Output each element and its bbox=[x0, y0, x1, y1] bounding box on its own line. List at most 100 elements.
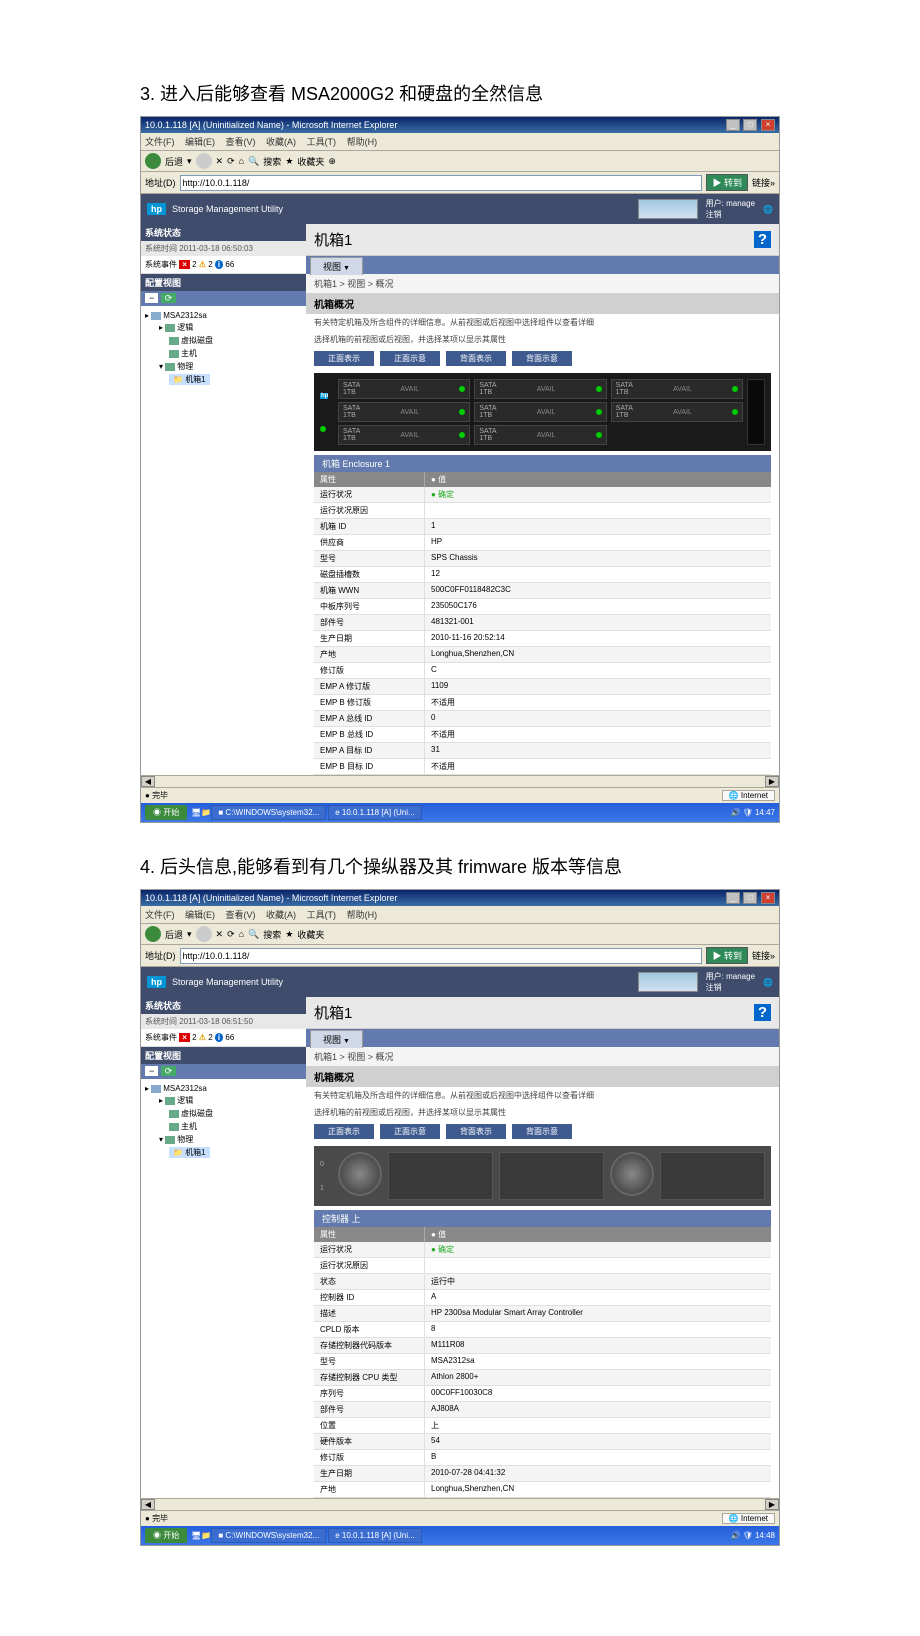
drive-slot[interactable]: SATA1TBAVAIL bbox=[338, 402, 470, 422]
error-icon[interactable]: × bbox=[179, 260, 190, 269]
menu-file[interactable]: 文件(F) bbox=[145, 137, 175, 147]
close-icon[interactable]: × bbox=[761, 119, 775, 131]
warn-icon[interactable]: ⚠ bbox=[199, 260, 206, 269]
search-icon[interactable]: 🔍 bbox=[248, 929, 259, 940]
task-ie[interactable]: e 10.0.1.118 [A] (Uni... bbox=[328, 1528, 421, 1543]
lang-icon[interactable]: 🌐 bbox=[763, 978, 773, 987]
logout-link[interactable]: 注销 bbox=[706, 210, 722, 219]
drive-slot[interactable]: SATA1TBAVAIL bbox=[338, 425, 470, 445]
view-front-schem[interactable]: 正面示意 bbox=[380, 351, 440, 366]
menu-tools[interactable]: 工具(T) bbox=[307, 910, 337, 920]
fav-icon[interactable]: ★ bbox=[285, 929, 293, 940]
max-icon[interactable]: □ bbox=[743, 892, 757, 904]
tree-vd[interactable]: 虚拟磁盘 bbox=[145, 334, 302, 347]
tree-phys[interactable]: ▾ 物理 bbox=[145, 360, 302, 373]
go-button[interactable]: ▶ 转到 bbox=[706, 174, 748, 191]
logout-link[interactable]: 注销 bbox=[706, 983, 722, 992]
tab-view[interactable]: 视图▼ bbox=[310, 1030, 363, 1048]
drive-slot[interactable]: SATA1TBAVAIL bbox=[611, 379, 743, 399]
start-button[interactable]: ◉ 开始 bbox=[145, 1528, 187, 1543]
view-front-repr[interactable]: 正面表示 bbox=[314, 1124, 374, 1139]
min-icon[interactable]: _ bbox=[726, 892, 740, 904]
min-icon[interactable]: _ bbox=[726, 119, 740, 131]
drive-slot[interactable]: SATA1TBAVAIL bbox=[611, 402, 743, 422]
task-cmd[interactable]: ■ C:\WINDOWS\system32... bbox=[211, 805, 326, 820]
stop-icon[interactable]: ✕ bbox=[216, 929, 224, 940]
forward-icon[interactable] bbox=[196, 926, 212, 942]
scroll-right-icon[interactable]: ▶ bbox=[765, 1499, 779, 1510]
scroll-left-icon[interactable]: ◀ bbox=[141, 776, 155, 787]
tree-phys[interactable]: ▾ 物理 bbox=[145, 1133, 302, 1146]
info-icon[interactable]: i bbox=[215, 260, 223, 269]
tab-view[interactable]: 视图▼ bbox=[310, 257, 363, 275]
ql-icon-2[interactable]: 📁 bbox=[201, 808, 211, 817]
tree-encl[interactable]: 📁 机箱1 bbox=[145, 1146, 302, 1159]
menu-view[interactable]: 查看(V) bbox=[226, 910, 256, 920]
go-button[interactable]: ▶ 转到 bbox=[706, 947, 748, 964]
view-back-schem[interactable]: 背面示意 bbox=[512, 1124, 572, 1139]
menu-help[interactable]: 帮助(H) bbox=[347, 137, 378, 147]
view-back-repr[interactable]: 背面表示 bbox=[446, 1124, 506, 1139]
tree-root[interactable]: ▸ MSA2312sa bbox=[145, 1083, 302, 1094]
help-icon[interactable]: ? bbox=[754, 1004, 771, 1021]
h-scroll[interactable]: ◀▶ bbox=[141, 775, 779, 787]
history-icon[interactable]: ⊕ bbox=[328, 156, 336, 167]
scroll-right-icon[interactable]: ▶ bbox=[765, 776, 779, 787]
collapse-icon[interactable]: − bbox=[145, 1066, 158, 1076]
refresh-tree-icon[interactable]: ⟳ bbox=[161, 293, 177, 303]
tree-host[interactable]: 主机 bbox=[145, 1120, 302, 1133]
task-ie[interactable]: e 10.0.1.118 [A] (Uni... bbox=[328, 805, 421, 820]
tree-logic[interactable]: ▸ 逻辑 bbox=[145, 321, 302, 334]
refresh-tree-icon[interactable]: ⟳ bbox=[161, 1066, 177, 1076]
tree-vd[interactable]: 虚拟磁盘 bbox=[145, 1107, 302, 1120]
stop-icon[interactable]: ✕ bbox=[216, 156, 224, 167]
tree-encl[interactable]: 📁 机箱1 bbox=[145, 373, 302, 386]
ql-icon[interactable]: 🖥 bbox=[191, 1531, 201, 1540]
tree-root[interactable]: ▸ MSA2312sa bbox=[145, 310, 302, 321]
help-icon[interactable]: ? bbox=[754, 231, 771, 248]
menu-help[interactable]: 帮助(H) bbox=[347, 910, 378, 920]
url-input[interactable] bbox=[180, 175, 703, 191]
tree-host[interactable]: 主机 bbox=[145, 347, 302, 360]
tree-logic[interactable]: ▸ 逻辑 bbox=[145, 1094, 302, 1107]
tray-icon[interactable]: 🔊 bbox=[731, 808, 741, 817]
forward-icon[interactable] bbox=[196, 153, 212, 169]
drive-slot[interactable]: SATA1TBAVAIL bbox=[338, 379, 470, 399]
drive-slot[interactable]: SATA1TBAVAIL bbox=[474, 425, 606, 445]
drive-slot[interactable]: SATA1TBAVAIL bbox=[474, 402, 606, 422]
view-back-schem[interactable]: 背面示意 bbox=[512, 351, 572, 366]
menu-fav[interactable]: 收藏(A) bbox=[266, 137, 296, 147]
max-icon[interactable]: □ bbox=[743, 119, 757, 131]
back-icon[interactable] bbox=[145, 153, 161, 169]
view-front-repr[interactable]: 正面表示 bbox=[314, 351, 374, 366]
error-icon[interactable]: × bbox=[179, 1033, 190, 1042]
view-front-schem[interactable]: 正面示意 bbox=[380, 1124, 440, 1139]
menu-tools[interactable]: 工具(T) bbox=[307, 137, 337, 147]
menu-edit[interactable]: 编辑(E) bbox=[185, 910, 215, 920]
start-button[interactable]: ◉ 开始 bbox=[145, 805, 187, 820]
task-cmd[interactable]: ■ C:\WINDOWS\system32... bbox=[211, 1528, 326, 1543]
drive-slot[interactable]: SATA1TBAVAIL bbox=[474, 379, 606, 399]
search-icon[interactable]: 🔍 bbox=[248, 156, 259, 167]
warn-icon[interactable]: ⚠ bbox=[199, 1033, 206, 1042]
menu-fav[interactable]: 收藏(A) bbox=[266, 910, 296, 920]
info-icon[interactable]: i bbox=[215, 1033, 223, 1042]
fav-icon[interactable]: ★ bbox=[285, 156, 293, 167]
back-icon[interactable] bbox=[145, 926, 161, 942]
tray-icon-2[interactable]: 🛡 bbox=[743, 808, 753, 817]
h-scroll[interactable]: ◀▶ bbox=[141, 1498, 779, 1510]
home-icon[interactable]: ⌂ bbox=[239, 929, 244, 939]
tray-icon[interactable]: 🔊 bbox=[731, 1531, 741, 1540]
ql-icon-2[interactable]: 📁 bbox=[201, 1531, 211, 1540]
menu-file[interactable]: 文件(F) bbox=[145, 910, 175, 920]
lang-icon[interactable]: 🌐 bbox=[763, 205, 773, 214]
menu-view[interactable]: 查看(V) bbox=[226, 137, 256, 147]
url-input[interactable] bbox=[180, 948, 703, 964]
refresh-icon[interactable]: ⟳ bbox=[227, 156, 235, 167]
scroll-left-icon[interactable]: ◀ bbox=[141, 1499, 155, 1510]
close-icon[interactable]: × bbox=[761, 892, 775, 904]
menu-edit[interactable]: 编辑(E) bbox=[185, 137, 215, 147]
collapse-icon[interactable]: − bbox=[145, 293, 158, 303]
view-back-repr[interactable]: 背面表示 bbox=[446, 351, 506, 366]
refresh-icon[interactable]: ⟳ bbox=[227, 929, 235, 940]
